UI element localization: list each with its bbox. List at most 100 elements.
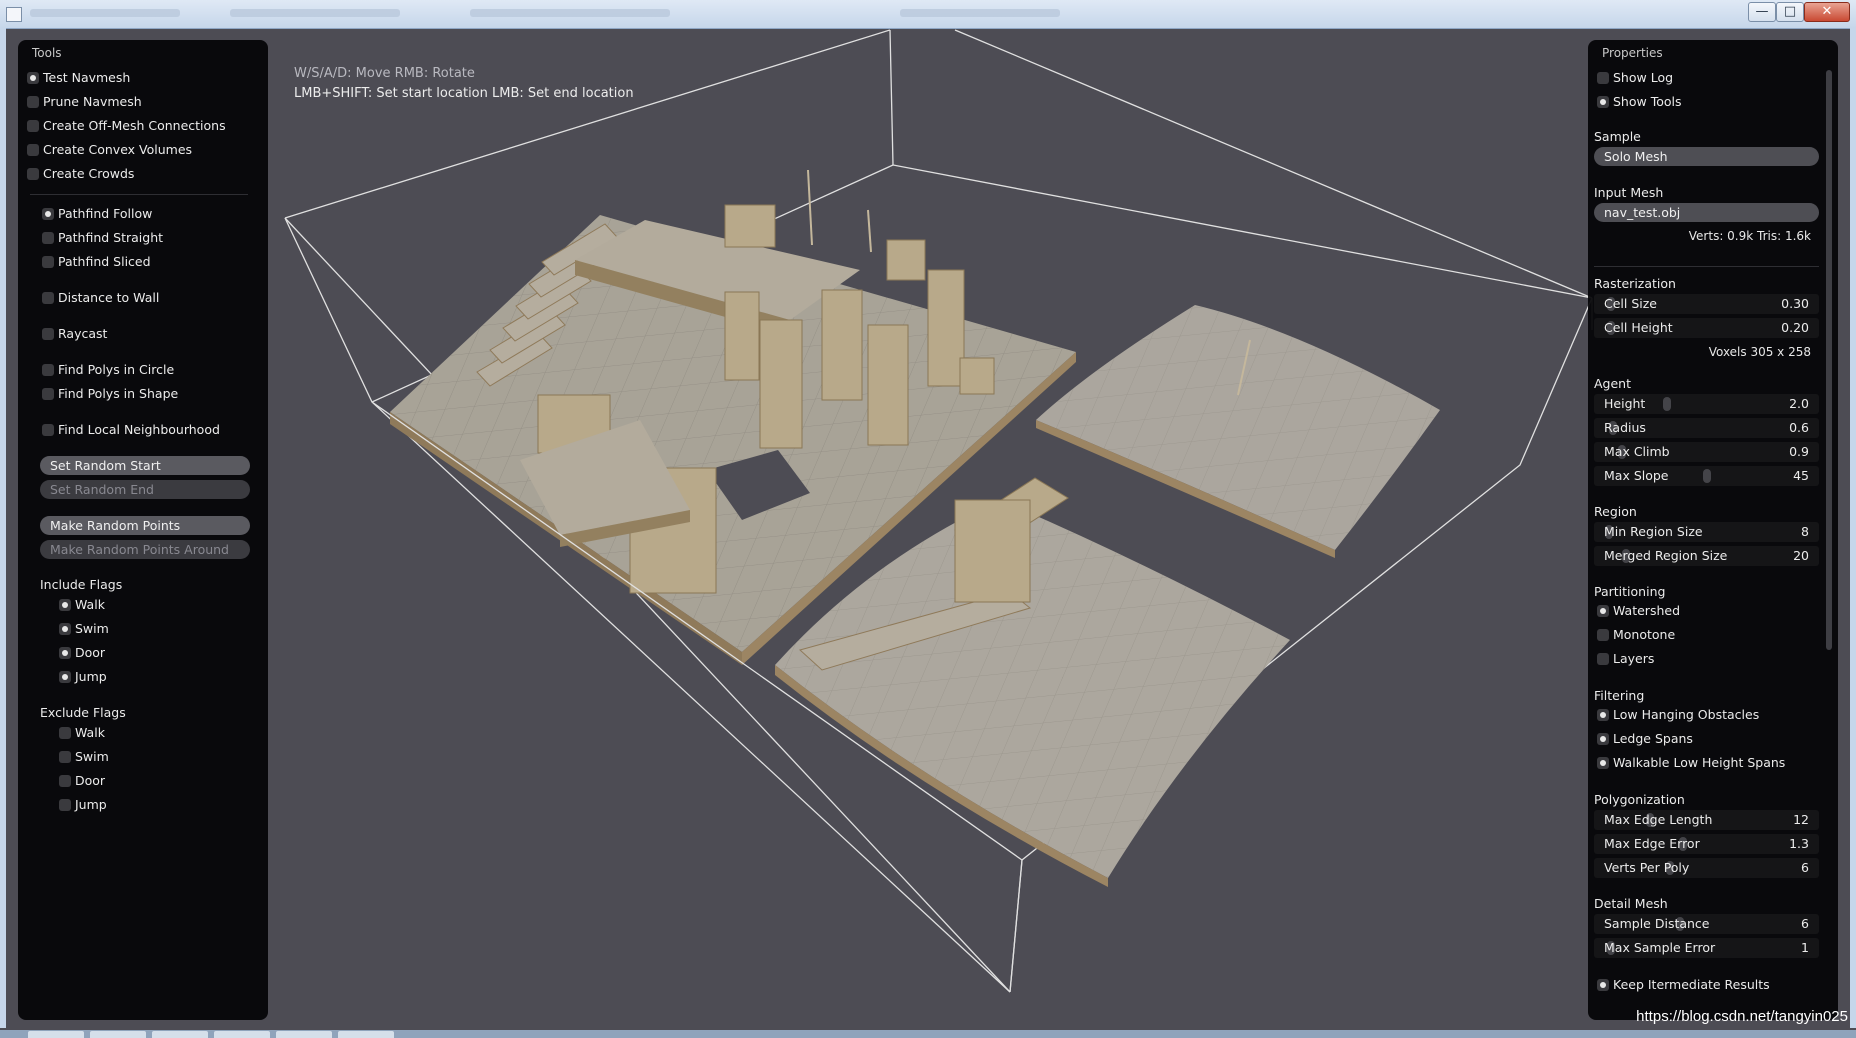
- filtering-heading: Filtering: [1594, 688, 1645, 703]
- partitioning-heading: Partitioning: [1594, 584, 1666, 599]
- exclude-flags-heading: Exclude Flags: [40, 705, 126, 720]
- check-dot: [1600, 99, 1606, 105]
- taskbar-button[interactable]: [90, 1031, 146, 1038]
- checkbox: [59, 751, 71, 763]
- check-dot: [1600, 736, 1606, 742]
- minimize-button[interactable]: —: [1748, 2, 1776, 22]
- check-dot: [1600, 712, 1606, 718]
- agent-max-climb-slider[interactable]: Max Climb 0.9: [1594, 442, 1819, 462]
- divider: [1594, 266, 1819, 267]
- radio-box: [1597, 605, 1609, 617]
- cell-size-slider[interactable]: Cell Size 0.30: [1594, 294, 1819, 314]
- maximize-button[interactable]: □: [1776, 2, 1804, 22]
- min-region-size-slider[interactable]: Min Region Size 8: [1594, 522, 1819, 542]
- radio-box: [27, 168, 39, 180]
- check-dot: [1600, 982, 1606, 988]
- sample-select[interactable]: Solo Mesh: [1594, 147, 1819, 166]
- checkbox: [1597, 96, 1609, 108]
- verts-per-poly-slider[interactable]: Verts Per Poly 6: [1594, 858, 1819, 878]
- window-frame-right: [1850, 28, 1856, 1028]
- radio-dot: [1600, 608, 1606, 614]
- help-line-move: W/S/A/D: Move RMB: Rotate: [294, 66, 475, 81]
- taskbar-button[interactable]: [28, 1031, 84, 1038]
- taskbar-button[interactable]: [276, 1031, 332, 1038]
- agent-max-slope-slider[interactable]: Max Slope 45: [1594, 466, 1819, 486]
- max-sample-error-slider[interactable]: Max Sample Error 1: [1594, 938, 1819, 958]
- checkbox: [59, 647, 71, 659]
- radio-box: [42, 328, 54, 340]
- properties-title: Properties: [1602, 46, 1663, 60]
- titlebar-blurred-text: [230, 9, 400, 17]
- radio-box: [42, 424, 54, 436]
- titlebar-blurred-text: [900, 9, 1060, 17]
- radio-box: [42, 292, 54, 304]
- agent-height-slider[interactable]: Height 2.0: [1594, 394, 1819, 414]
- rasterization-heading: Rasterization: [1594, 276, 1676, 291]
- checkbox: [1597, 709, 1609, 721]
- sample-heading: Sample: [1594, 129, 1641, 144]
- radio-dot: [45, 211, 51, 217]
- properties-panel: Properties Show Log Show Tools Sample So…: [1588, 40, 1838, 1020]
- divider: [30, 194, 248, 195]
- detail-mesh-heading: Detail Mesh: [1594, 896, 1668, 911]
- max-edge-error-slider[interactable]: Max Edge Error 1.3: [1594, 834, 1819, 854]
- taskbar-button[interactable]: [338, 1031, 394, 1038]
- taskbar-button[interactable]: [152, 1031, 208, 1038]
- set-random-end-button[interactable]: Set Random End: [40, 480, 250, 499]
- checkbox: [1597, 979, 1609, 991]
- close-button[interactable]: ✕: [1804, 2, 1850, 22]
- polygonization-heading: Polygonization: [1594, 792, 1685, 807]
- checkbox: [59, 775, 71, 787]
- window-titlebar[interactable]: — □ ✕: [0, 0, 1856, 29]
- radio-box: [42, 256, 54, 268]
- slider-knob[interactable]: [1663, 397, 1671, 411]
- max-edge-length-slider[interactable]: Max Edge Length 12: [1594, 810, 1819, 830]
- radio-box: [1597, 629, 1609, 641]
- agent-radius-slider[interactable]: Radius 0.6: [1594, 418, 1819, 438]
- 3d-viewport[interactable]: W/S/A/D: Move RMB: Rotate LMB+SHIFT: Set…: [6, 28, 1850, 1030]
- radio-box: [27, 120, 39, 132]
- tools-title: Tools: [32, 46, 62, 60]
- radio-box: [27, 144, 39, 156]
- radio-dot: [30, 75, 36, 81]
- include-flags-heading: Include Flags: [40, 577, 123, 592]
- checkbox: [59, 599, 71, 611]
- make-random-points-around-button[interactable]: Make Random Points Around: [40, 540, 250, 559]
- radio-box: [27, 96, 39, 108]
- merged-region-size-slider[interactable]: Merged Region Size 20: [1594, 546, 1819, 566]
- voxels-info: Voxels 305 x 258: [1708, 345, 1811, 359]
- mesh-stats: Verts: 0.9k Tris: 1.6k: [1688, 229, 1811, 243]
- checkbox: [59, 623, 71, 635]
- titlebar-blurred-text: [470, 9, 670, 17]
- check-dot: [62, 650, 68, 656]
- checkbox: [59, 799, 71, 811]
- tools-panel: Tools Test Navmesh Prune Navmesh Create …: [18, 40, 268, 1020]
- sample-distance-slider[interactable]: Sample Distance 6: [1594, 914, 1819, 934]
- make-random-points-button[interactable]: Make Random Points: [40, 516, 250, 535]
- navmesh-scene[interactable]: [6, 28, 1850, 1030]
- checkbox: [59, 727, 71, 739]
- input-mesh-select[interactable]: nav_test.obj: [1594, 203, 1819, 222]
- cell-height-slider[interactable]: Cell Height 0.20: [1594, 318, 1819, 338]
- check-dot: [62, 602, 68, 608]
- properties-scrollbar[interactable]: [1826, 70, 1832, 650]
- radio-box: [1597, 653, 1609, 665]
- set-random-start-button[interactable]: Set Random Start: [40, 456, 250, 475]
- check-dot: [62, 674, 68, 680]
- mesh-terrain-right: [1036, 305, 1440, 558]
- bounding-box: [284, 29, 1593, 993]
- input-mesh-heading: Input Mesh: [1594, 185, 1664, 200]
- radio-box: [27, 72, 39, 84]
- radio-box: [42, 208, 54, 220]
- check-dot: [62, 626, 68, 632]
- watermark-url: https://blog.csdn.net/tangyin025: [1636, 1008, 1848, 1025]
- slider-knob[interactable]: [1703, 469, 1711, 483]
- check-dot: [1600, 760, 1606, 766]
- agent-heading: Agent: [1594, 376, 1631, 391]
- help-line-location: LMB+SHIFT: Set start location LMB: Set e…: [294, 86, 634, 101]
- radio-box: [42, 364, 54, 376]
- checkbox: [1597, 733, 1609, 745]
- taskbar-button[interactable]: [214, 1031, 270, 1038]
- checkbox: [1597, 72, 1609, 84]
- checkbox: [1597, 757, 1609, 769]
